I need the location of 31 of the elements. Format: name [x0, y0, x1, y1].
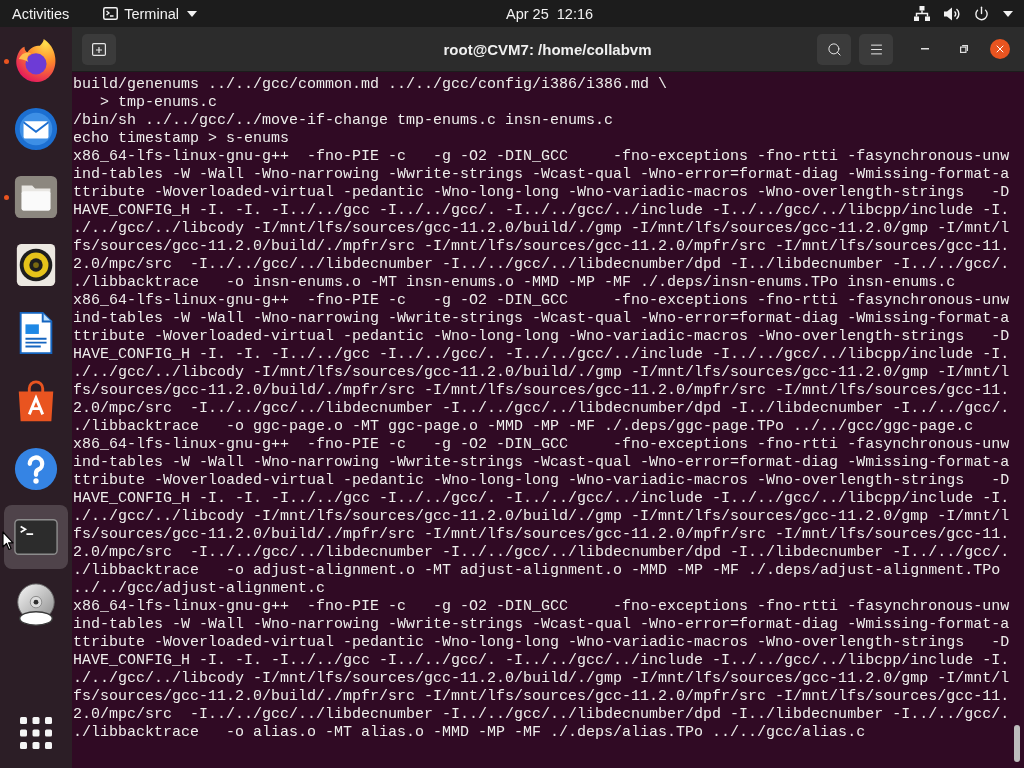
terminal-output-line: > tmp-enums.c [99, 94, 218, 112]
menu-icon [868, 41, 884, 57]
terminal-output-line: build/genenums ../../gcc/common.md ../../gcc/config/i386/i386.md \ [73, 76, 668, 94]
volume-icon [944, 6, 960, 21]
new-tab-icon [92, 42, 106, 56]
app-grid-icon [20, 717, 52, 749]
network-icon [914, 6, 930, 21]
power-icon [974, 6, 989, 21]
terminal-output-line: /bin/sh ../../gcc/../move-if-change tmp-enums.c insn-enums.c [73, 112, 614, 130]
terminal-output-line: x86_64-lfs-linux-gnu-g++ -fno-PIE -c -g -O2 -DIN_GCC -fno-exceptions -fno-rtti -fasynchronous-unwind-tables -W -Wall -Wno-narrowing -Wwrite-strings -Wcast-qual -Wno-error=format-diag -Wmissing-format-attribute -Woverloaded-virtual -pedantic -Wno-long-long -Wno-variadic-macros -Wno-overlength-strings -DHAVE_CONFIG_H -I. -I. -I../../gcc -I../../gcc/. -I../../gcc/../include -I../../gcc/../libcpp/include -I../../gcc/../libcody -I/mnt/lfs/sources/gcc-11.2.0/build/./gmp -I/mnt/lfs/sources/gcc-11.2.0/gmp -I/mnt/lfs/sources/gcc-11.2.0/build/./mpfr/src -I/mnt/lfs/sources/gcc-11.2.0/mpfr/src -I/mnt/lfs/sources/gcc-11.2.0/mpc/src -I../../gcc/../libdecnumber -I../../gcc/../libdecnumber/dpd -I../libdecnumber -I../../gcc/../libbacktrace -o alias.o -MT alias.o -MMD -MP -MF ./.deps/alias.TPo ../../gcc/alias.c [73, 598, 1010, 742]
terminal-output-line: echo timestamp > s-enums [73, 130, 290, 148]
close-icon [994, 43, 1006, 55]
window-title: root@CVM7: /home/collabvm [443, 40, 652, 58]
clock-button[interactable]: Apr 25 12:16 [497, 0, 602, 27]
envelope-icon [13, 106, 59, 152]
mouse-pointer-icon [2, 531, 14, 551]
app-menu-button[interactable]: Terminal [95, 0, 205, 27]
close-button[interactable] [990, 39, 1010, 59]
menu-button[interactable] [859, 33, 893, 65]
activities-button[interactable]: Activities [4, 0, 78, 27]
folder-icon [13, 174, 59, 220]
terminal-icon [103, 7, 119, 20]
help-icon [13, 446, 59, 492]
search-icon [826, 41, 842, 57]
restore-icon [960, 45, 968, 53]
search-button[interactable] [817, 33, 851, 65]
minimize-icon [921, 48, 929, 50]
caret-icon [1003, 10, 1013, 17]
caret-icon [187, 10, 197, 17]
new-tab-button[interactable] [82, 33, 116, 65]
scrollbar-thumb[interactable] [1014, 725, 1020, 762]
